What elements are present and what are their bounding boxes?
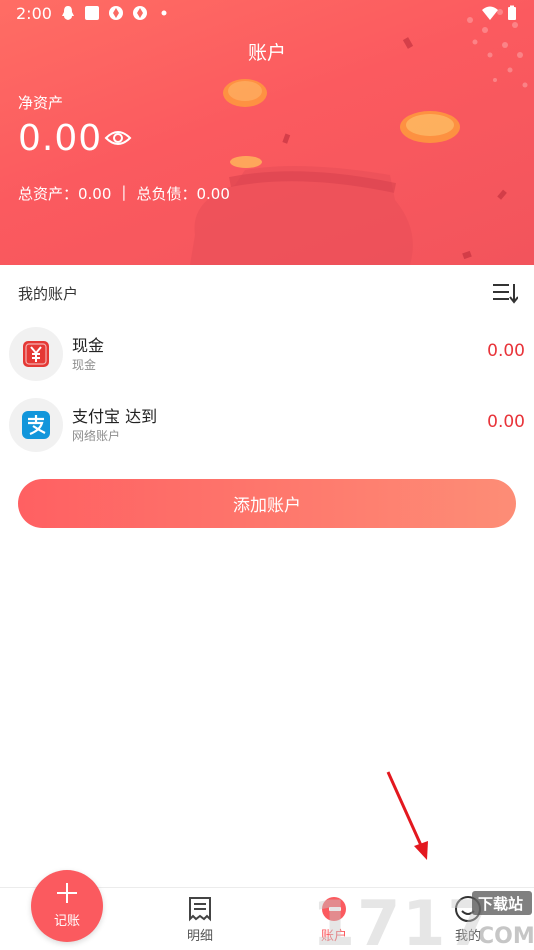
- account-name: 支付宝 达到: [72, 407, 158, 426]
- wifi-icon: [482, 6, 498, 20]
- total-assets: 总资产：0.00: [18, 185, 112, 203]
- account-header: 2:00 账户 净资产 0.00 总资产：0.00 | 总负债：0.00: [0, 0, 534, 265]
- pinwheel-icon: [133, 6, 147, 20]
- profile-icon: [455, 896, 481, 922]
- wallet-icon: [322, 897, 346, 921]
- square-icon: [85, 6, 99, 20]
- page-title: 账户: [247, 42, 286, 64]
- summary-separator: |: [121, 183, 127, 201]
- dot-icon: [161, 10, 167, 16]
- section-title: 我的账户: [18, 285, 79, 303]
- sort-list-icon[interactable]: [492, 281, 518, 305]
- add-account-button[interactable]: 添加账户: [18, 479, 516, 528]
- receipt-icon: [189, 897, 211, 922]
- total-liabilities: 总负债：0.00: [136, 185, 230, 203]
- status-icons-left: [60, 5, 172, 21]
- nav-label: 明细: [186, 929, 213, 944]
- nav-item-details[interactable]: 明细: [155, 889, 245, 949]
- status-bar: 2:00: [0, 0, 534, 28]
- eye-icon[interactable]: [104, 127, 132, 149]
- my-accounts-header: 我的账户: [0, 265, 534, 317]
- account-row-alipay[interactable]: 支付宝 达到 网络账户 0.00: [0, 390, 534, 460]
- nav-item-mine[interactable]: 我的: [423, 889, 513, 949]
- account-type: 现金: [72, 358, 97, 372]
- nav-label: 账户: [320, 929, 347, 944]
- status-time: 2:00: [16, 4, 52, 23]
- nav-item-accounts[interactable]: 账户: [289, 889, 379, 949]
- status-icons-right: [482, 5, 520, 21]
- cash-yuan-icon: [23, 341, 49, 367]
- account-amount: 0.00: [487, 341, 525, 361]
- screen: 2:00 账户 净资产 0.00 总资产：0.00 | 总负债：0.00 我的账…: [0, 0, 534, 950]
- account-avatar: [9, 327, 63, 381]
- nav-label: 我的: [454, 929, 481, 944]
- qq-icon: [62, 6, 74, 20]
- account-name: 现金: [72, 336, 105, 355]
- net-assets-value: 0.00: [18, 118, 103, 159]
- assets-summary: 总资产：0.00 | 总负债：0.00: [18, 183, 230, 204]
- plus-icon: [57, 883, 77, 903]
- net-assets-label: 净资产: [18, 94, 64, 112]
- account-avatar: [9, 398, 63, 452]
- pinwheel-icon: [109, 6, 123, 20]
- record-fab-button[interactable]: 记账: [31, 870, 103, 942]
- account-amount: 0.00: [487, 412, 525, 432]
- alipay-icon: [22, 411, 50, 439]
- account-type: 网络账户: [72, 429, 121, 443]
- annotation-arrow-icon: [386, 771, 428, 860]
- fab-label: 记账: [53, 914, 80, 929]
- battery-icon: [508, 5, 516, 20]
- account-row-cash[interactable]: 现金 现金 0.00: [0, 319, 534, 389]
